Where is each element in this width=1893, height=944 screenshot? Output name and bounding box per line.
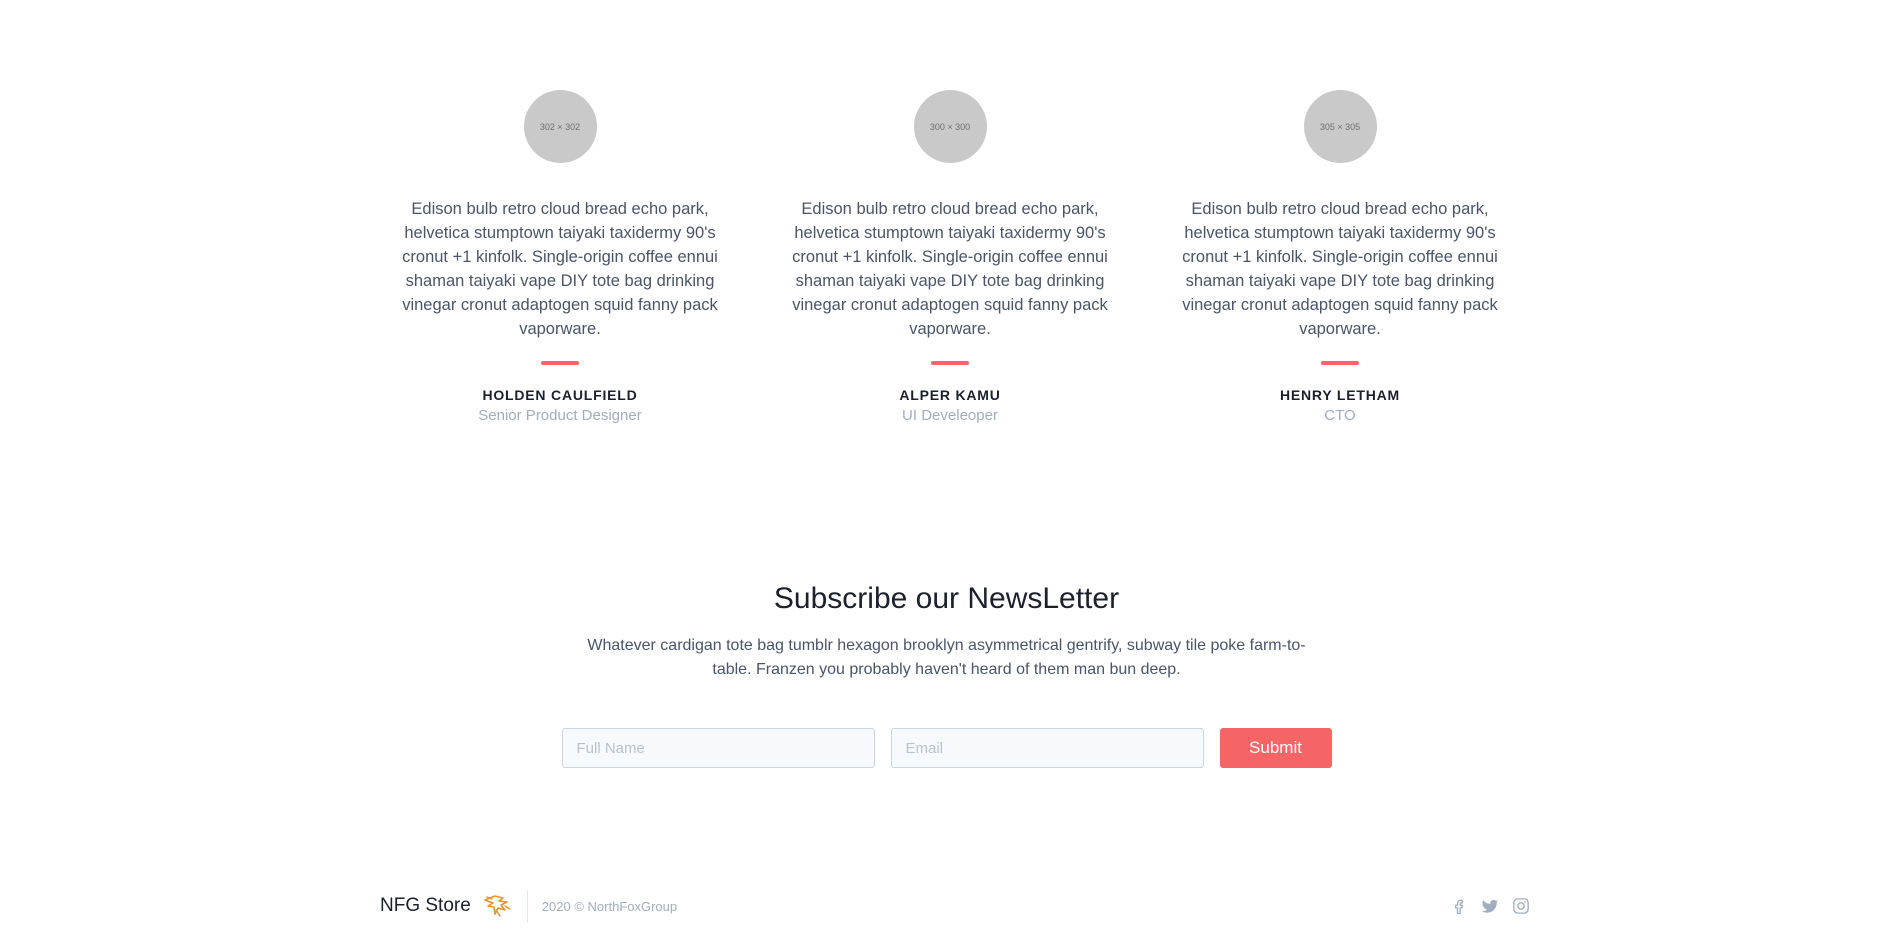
testimonial-card: 300 × 300 Edison bulb retro cloud bread … xyxy=(770,90,1130,424)
avatar: 305 × 305 xyxy=(1303,90,1377,163)
accent-divider xyxy=(931,361,969,365)
brand-name: NFG Store xyxy=(380,895,471,916)
newsletter-section: Subscribe our NewsLetter Whatever cardig… xyxy=(0,582,1893,768)
avatar-placeholder-label: 302 × 302 xyxy=(539,121,581,132)
newsletter-title: Subscribe our NewsLetter xyxy=(773,582,1120,615)
fox-logo-icon xyxy=(483,892,513,920)
accent-divider xyxy=(541,361,579,365)
facebook-icon[interactable] xyxy=(1450,897,1468,915)
twitter-icon[interactable] xyxy=(1481,897,1499,915)
testimonial-role: UI Develeoper xyxy=(902,407,998,424)
social-links xyxy=(1450,897,1530,915)
instagram-icon[interactable] xyxy=(1512,897,1530,915)
footer: NFG Store 2020 © NorthFoxGroup xyxy=(380,888,1530,924)
testimonial-card: 302 × 302 Edison bulb retro cloud bread … xyxy=(380,90,740,424)
avatar: 300 × 300 xyxy=(913,90,987,163)
avatar: 302 × 302 xyxy=(523,90,597,163)
brand-link[interactable]: NFG Store xyxy=(380,892,513,920)
avatar-placeholder-label: 300 × 300 xyxy=(929,121,971,132)
submit-button[interactable]: Submit xyxy=(1219,728,1332,768)
testimonial-quote: Edison bulb retro cloud bread echo park,… xyxy=(402,200,718,338)
avatar-placeholder-label: 305 × 305 xyxy=(1319,121,1361,132)
testimonial-role: Senior Product Designer xyxy=(478,407,642,424)
testimonial-name: HOLDEN CAULFIELD xyxy=(482,387,638,403)
testimonial-quote: Edison bulb retro cloud bread echo park,… xyxy=(792,200,1108,338)
testimonial-role: CTO xyxy=(1324,407,1356,424)
newsletter-form: Submit xyxy=(561,728,1332,768)
testimonial-quote: Edison bulb retro cloud bread echo park,… xyxy=(1182,200,1498,338)
email-input[interactable] xyxy=(890,728,1204,768)
copyright-text: 2020 © NorthFoxGroup xyxy=(541,898,678,914)
testimonials-section: 302 × 302 Edison bulb retro cloud bread … xyxy=(380,90,1520,424)
newsletter-description: Whatever cardigan tote bag tumblr hexago… xyxy=(587,637,1306,678)
testimonial-card: 305 × 305 Edison bulb retro cloud bread … xyxy=(1160,90,1520,424)
testimonial-name: HENRY LETHAM xyxy=(1279,387,1401,403)
full-name-input[interactable] xyxy=(561,728,875,768)
footer-divider xyxy=(526,890,528,922)
testimonial-name: ALPER KAMU xyxy=(899,387,1001,403)
accent-divider xyxy=(1321,361,1359,365)
